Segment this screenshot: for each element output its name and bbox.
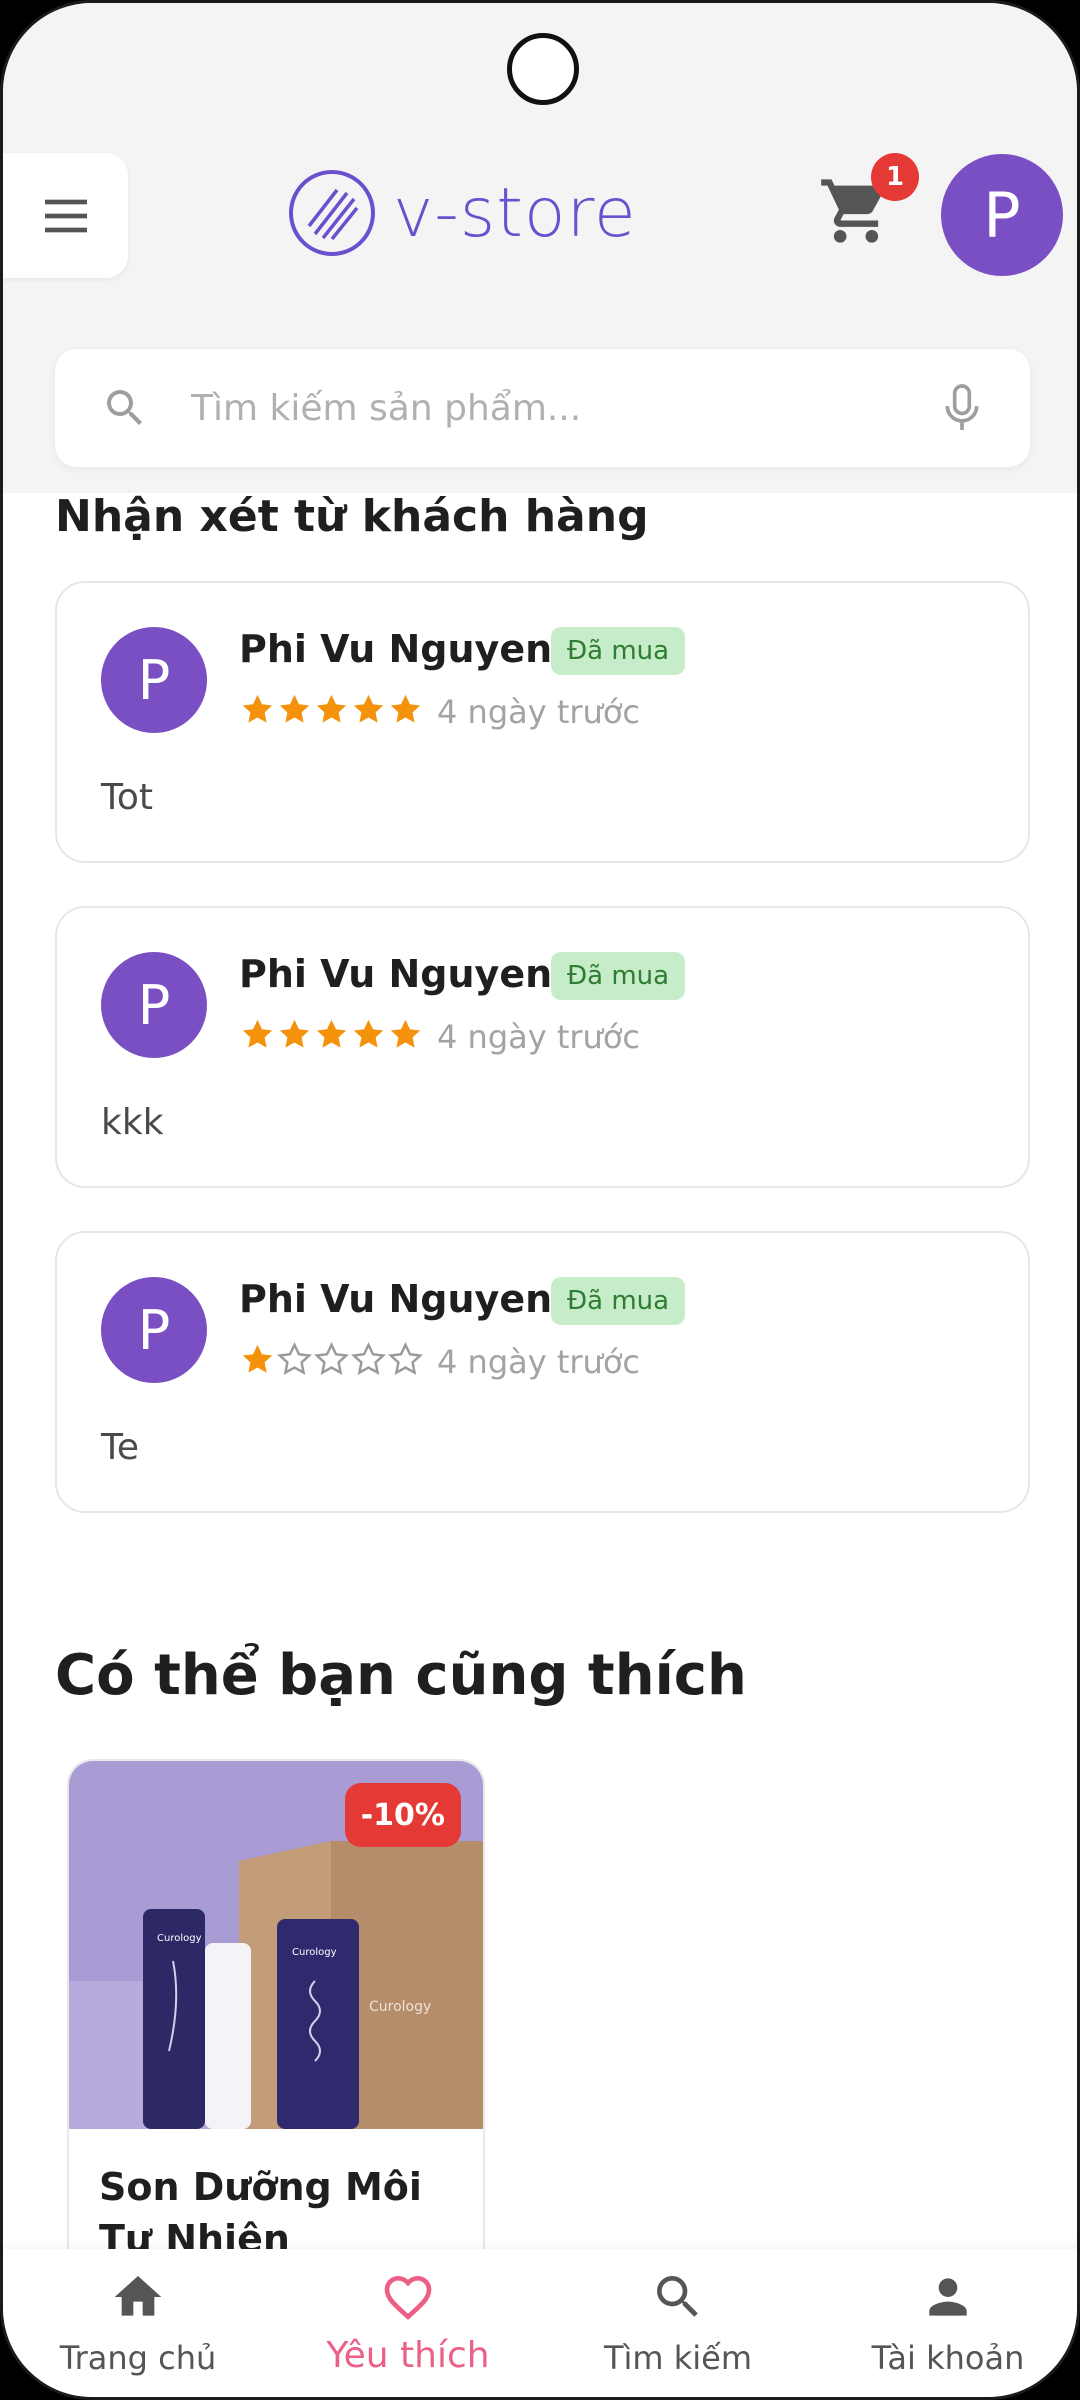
star-empty-icon [314, 1341, 349, 1375]
nav-account-label: Tài khoản [871, 2339, 1025, 2377]
svg-text:Curology: Curology [292, 1947, 337, 1958]
review-time: 4 ngày trước [437, 1018, 640, 1056]
star-filled-icon [316, 1019, 347, 1048]
nav-search-label: Tìm kiếm [603, 2339, 753, 2377]
reviews-section-title: Nhận xét từ khách hàng [55, 491, 649, 542]
review-card: P Phi Vu Nguyen Đã mua 4 ngày trước Te [55, 1231, 1030, 1513]
hamburger-icon [44, 199, 87, 232]
star-filled-icon [242, 694, 273, 723]
nav-home-label: Trang chủ [59, 2339, 217, 2377]
svg-text:Curology: Curology [369, 1999, 431, 2015]
star-filled-icon [279, 1019, 310, 1048]
star-filled-icon [353, 694, 384, 723]
reviewer-avatar: P [101, 952, 207, 1058]
heart-icon [384, 2275, 432, 2321]
review-time: 4 ngày trước [437, 693, 640, 731]
purchased-badge: Đã mua [551, 1277, 686, 1325]
logo-mark-icon [289, 170, 375, 256]
app-header: v-store 1 P [3, 3, 1077, 493]
rating-stars [239, 1016, 424, 1053]
nav-home[interactable]: Trang chủ [3, 2249, 273, 2397]
discount-badge: -10% [344, 1783, 461, 1847]
search-bar[interactable] [55, 349, 1030, 467]
nav-search[interactable]: Tìm kiếm [543, 2249, 813, 2397]
suggestions-title: Có thể bạn cũng thích [55, 1643, 747, 1708]
purchased-badge: Đã mua [551, 627, 686, 675]
star-filled-icon [242, 1344, 273, 1373]
reviewer-name: Phi Vu Nguyen [239, 627, 553, 671]
microphone-icon[interactable] [940, 382, 984, 434]
search-icon [107, 390, 142, 425]
home-icon [114, 2276, 162, 2316]
rating-stars [239, 1341, 424, 1378]
star-filled-icon [316, 694, 347, 723]
nav-favorites-label: Yêu thích [326, 2335, 490, 2376]
nav-favorites[interactable]: Yêu thích [273, 2249, 543, 2397]
user-avatar[interactable]: P [941, 154, 1063, 276]
review-text: Te [101, 1427, 140, 1468]
search-icon [657, 2276, 698, 2317]
rating-stars [239, 691, 424, 728]
star-filled-icon [242, 1019, 273, 1048]
logo-text: v-store [393, 173, 637, 253]
nav-account[interactable]: Tài khoản [813, 2249, 1077, 2397]
reviewer-name: Phi Vu Nguyen [239, 1277, 553, 1321]
bottom-navigation: Trang chủ Yêu thích Tìm kiếm Tài khoản [3, 2249, 1077, 2397]
star-empty-icon [351, 1341, 386, 1375]
svg-text:Curology: Curology [157, 1933, 202, 1944]
review-text: Tot [101, 777, 154, 818]
star-empty-icon [277, 1341, 312, 1375]
review-card: P Phi Vu Nguyen Đã mua 4 ngày trước Tot [55, 581, 1030, 863]
person-icon [929, 2278, 967, 2316]
store-logo[interactable]: v-store [287, 168, 637, 258]
phone-screen: v-store 1 P Nhận xét từ khách hàng P Phi… [0, 0, 1080, 2400]
star-filled-icon [390, 1019, 421, 1048]
review-time: 4 ngày trước [437, 1343, 640, 1381]
star-filled-icon [279, 694, 310, 723]
review-text: kkk [101, 1102, 164, 1143]
reviewer-avatar: P [101, 627, 207, 733]
star-filled-icon [353, 1019, 384, 1048]
cart-count-badge: 1 [871, 153, 919, 201]
purchased-badge: Đã mua [551, 952, 686, 1000]
reviewer-avatar: P [101, 1277, 207, 1383]
front-camera [507, 33, 579, 105]
reviewer-name: Phi Vu Nguyen [239, 952, 553, 996]
star-filled-icon [390, 694, 421, 723]
menu-button[interactable] [3, 153, 128, 278]
star-empty-icon [388, 1341, 423, 1375]
review-card: P Phi Vu Nguyen Đã mua 4 ngày trước kkk [55, 906, 1030, 1188]
search-input[interactable] [191, 387, 940, 429]
